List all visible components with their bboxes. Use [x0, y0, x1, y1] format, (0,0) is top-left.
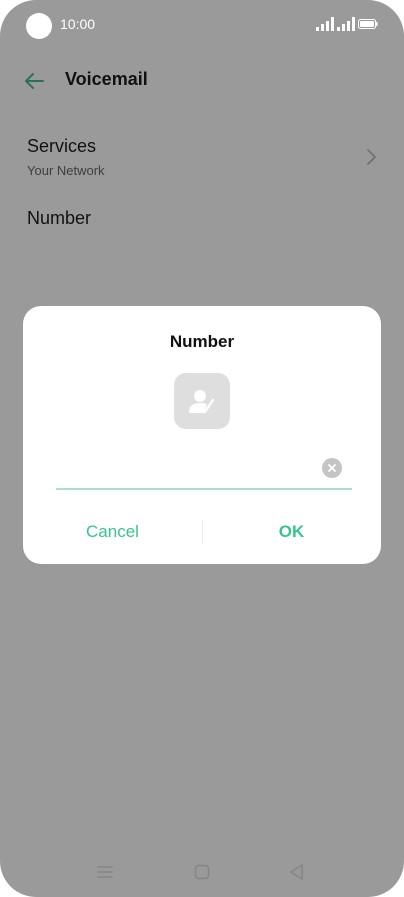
battery-icon — [358, 19, 378, 29]
status-time: 10:00 — [60, 16, 96, 32]
clear-input-button[interactable] — [322, 458, 342, 478]
phone-screen: 10:00 Voicemail Services Your Network Nu… — [0, 0, 404, 897]
close-icon — [328, 464, 336, 472]
camera-cutout — [26, 13, 52, 39]
home-icon[interactable] — [192, 862, 212, 882]
services-subtitle: Your Network — [27, 163, 105, 178]
number-dialog: Number Cancel OK — [23, 306, 381, 564]
navigation-bar — [0, 860, 404, 884]
services-label: Services — [27, 136, 97, 156]
number-row[interactable]: Number — [27, 208, 91, 229]
services-row[interactable]: Services Your Network — [0, 125, 404, 189]
back-arrow-icon[interactable] — [22, 69, 46, 93]
signal-icon — [337, 17, 355, 31]
ok-button[interactable]: OK — [202, 514, 381, 550]
chevron-right-icon — [367, 149, 376, 165]
back-triangle-icon[interactable] — [287, 862, 307, 882]
cancel-button[interactable]: Cancel — [23, 514, 202, 550]
pick-contact-button[interactable] — [174, 373, 230, 429]
status-bar: 10:00 — [0, 0, 404, 52]
page-title: Voicemail — [65, 69, 148, 89]
contact-icon — [189, 390, 215, 414]
menu-icon[interactable] — [95, 862, 115, 882]
number-input[interactable] — [56, 454, 352, 490]
signal-icon — [316, 17, 334, 31]
dialog-title: Number — [169, 332, 235, 351]
